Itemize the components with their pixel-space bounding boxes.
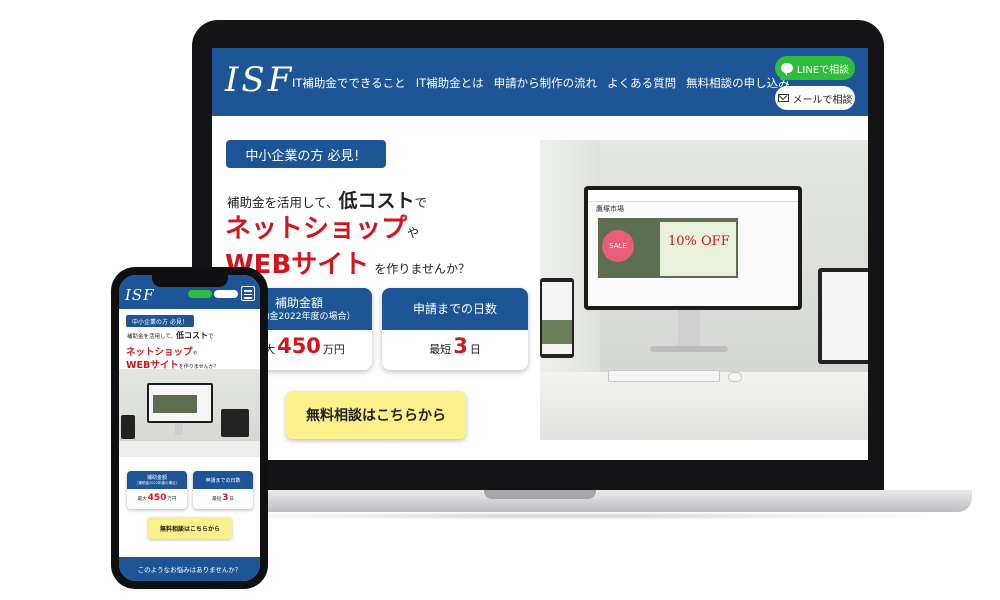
phone-card-title: 補助金額 (146, 475, 167, 481)
hero-highlight-1-suffix: や (407, 226, 420, 240)
free-consult-cta-button[interactable]: 無料相談はこちらから (286, 391, 466, 439)
phone-photo-stand (175, 423, 183, 435)
phone-card-header: 申請までの日数 (193, 471, 253, 489)
phone-card-subtitle: （補助金2022年度の場合） (135, 481, 179, 485)
photo-monitor-screen: 鷹塚市場 SALE 10% OFF (588, 190, 798, 306)
phone-card-unit: 万円 (167, 497, 177, 502)
main-nav: IT補助金でできること IT補助金とは 申請から制作の流れ よくある質問 無料相… (292, 76, 790, 90)
phone-card-value: 3 (222, 493, 229, 503)
line-consult-label: LINEで相談 (796, 64, 850, 76)
laptop-chin (212, 460, 868, 490)
phone-line-button[interactable] (188, 290, 212, 298)
nav-item-faq[interactable]: よくある質問 (607, 76, 676, 90)
nav-item-about-subsidy[interactable]: IT補助金とは (416, 76, 484, 90)
phone-photo-banner (153, 395, 197, 413)
photo-monitor-foot (650, 346, 728, 352)
photo-banner-right (660, 222, 736, 276)
photo-mouse (728, 372, 742, 382)
phone-card-body: 最短 3 日 (193, 489, 253, 509)
phone-days-card: 申請までの日数 最短 3 日 (193, 471, 253, 509)
phone-card-header: 補助金額 （補助金2022年度の場合） (127, 471, 187, 489)
phone-hero-line-1-bold: 低コスト (176, 331, 209, 340)
photo-laptop-screen (822, 272, 868, 360)
card-unit: 日 (469, 343, 481, 356)
line-icon (780, 63, 793, 76)
laptop-screen: ISF IT補助金でできること IT補助金とは 申請から制作の流れ よくある質問… (212, 48, 868, 460)
phone-card-prefix: 最大 (137, 497, 147, 502)
phone-hero-line-1-post: で (208, 334, 214, 340)
card-value: 450 (277, 334, 321, 358)
phone-card-body: 最大 450 万円 (127, 489, 187, 509)
site-header: ISF IT補助金でできること IT補助金とは 申請から制作の流れ よくある質問… (212, 48, 868, 116)
photo-monitor-stand (678, 310, 700, 346)
photo-shop-header (588, 190, 798, 202)
nav-item-what-you-can-do[interactable]: IT補助金でできること (292, 76, 406, 90)
phone-hero-badge: 中小企業の方 必見！ (126, 315, 194, 327)
hamburger-menu-icon[interactable] (241, 286, 255, 301)
card-value: 3 (453, 334, 468, 358)
phone-photo-desk (119, 441, 260, 457)
laptop-notch (484, 490, 596, 499)
photo-monitor: 鷹塚市場 SALE 10% OFF (584, 186, 802, 310)
card-title: 申請までの日数 (412, 301, 497, 316)
application-days-card: 申請までの日数 最短 3 日 (382, 288, 528, 370)
photo-discount: 10% OFF (668, 234, 730, 249)
phone-subsidy-card: 補助金額 （補助金2022年度の場合） 最大 450 万円 (127, 471, 187, 509)
phone-screen: ISF 中小企業の方 必見！ 補助金を活用して、低コストで ネットショップや W… (119, 275, 260, 581)
phone-free-consult-cta-button[interactable]: 無料相談はこちらから (148, 517, 232, 539)
mail-consult-label: メールで相談 (792, 94, 853, 106)
phone-card-value: 450 (147, 493, 167, 503)
hero-line-2: ネットショップや (225, 208, 419, 245)
hero-highlight-netshop: ネットショップ (225, 214, 408, 244)
photo-sale-badge: SALE (602, 230, 634, 262)
photo-tablet-banner (542, 320, 572, 344)
phone-logo[interactable]: ISF (125, 287, 155, 303)
line-consult-button[interactable]: LINEで相談 (775, 56, 855, 80)
hero-badge: 中小企業の方 必見！ (226, 140, 386, 168)
photo-shop-name: 鷹塚市場 (596, 205, 624, 213)
mail-consult-button[interactable]: メールで相談 (775, 86, 855, 110)
card-title: 補助金額 (274, 295, 323, 310)
nav-item-flow[interactable]: 申請から制作の流れ (494, 76, 598, 90)
hero-photo: 鷹塚市場 SALE 10% OFF (540, 140, 868, 440)
card-unit: 万円 (322, 343, 345, 356)
mail-icon (777, 94, 789, 102)
hero-highlight-2-suffix: を作りませんか？ (374, 262, 471, 276)
phone-mail-button[interactable] (214, 290, 238, 298)
photo-desk (540, 372, 868, 440)
card-body: 最短 3 日 (382, 330, 528, 370)
card-header: 申請までの日数 (382, 288, 528, 330)
nav-item-free-consult[interactable]: 無料相談の申し込み (686, 76, 790, 90)
phone-card-title: 申請までの日数 (205, 477, 241, 484)
phone-card-prefix: 最短 (212, 497, 222, 502)
site-logo[interactable]: ISF (225, 62, 294, 98)
laptop-shadow (190, 512, 950, 520)
phone-notch (152, 275, 228, 287)
phone-card-unit: 日 (229, 497, 234, 502)
photo-keyboard (608, 370, 720, 382)
phone-concerns-banner: このようなお悩みはありませんか？ (119, 557, 260, 581)
phone-hero-photo (119, 369, 260, 457)
card-prefix: 最短 (429, 343, 452, 356)
phone-photo-laptop (221, 409, 249, 437)
phone-photo-tablet (121, 415, 135, 439)
